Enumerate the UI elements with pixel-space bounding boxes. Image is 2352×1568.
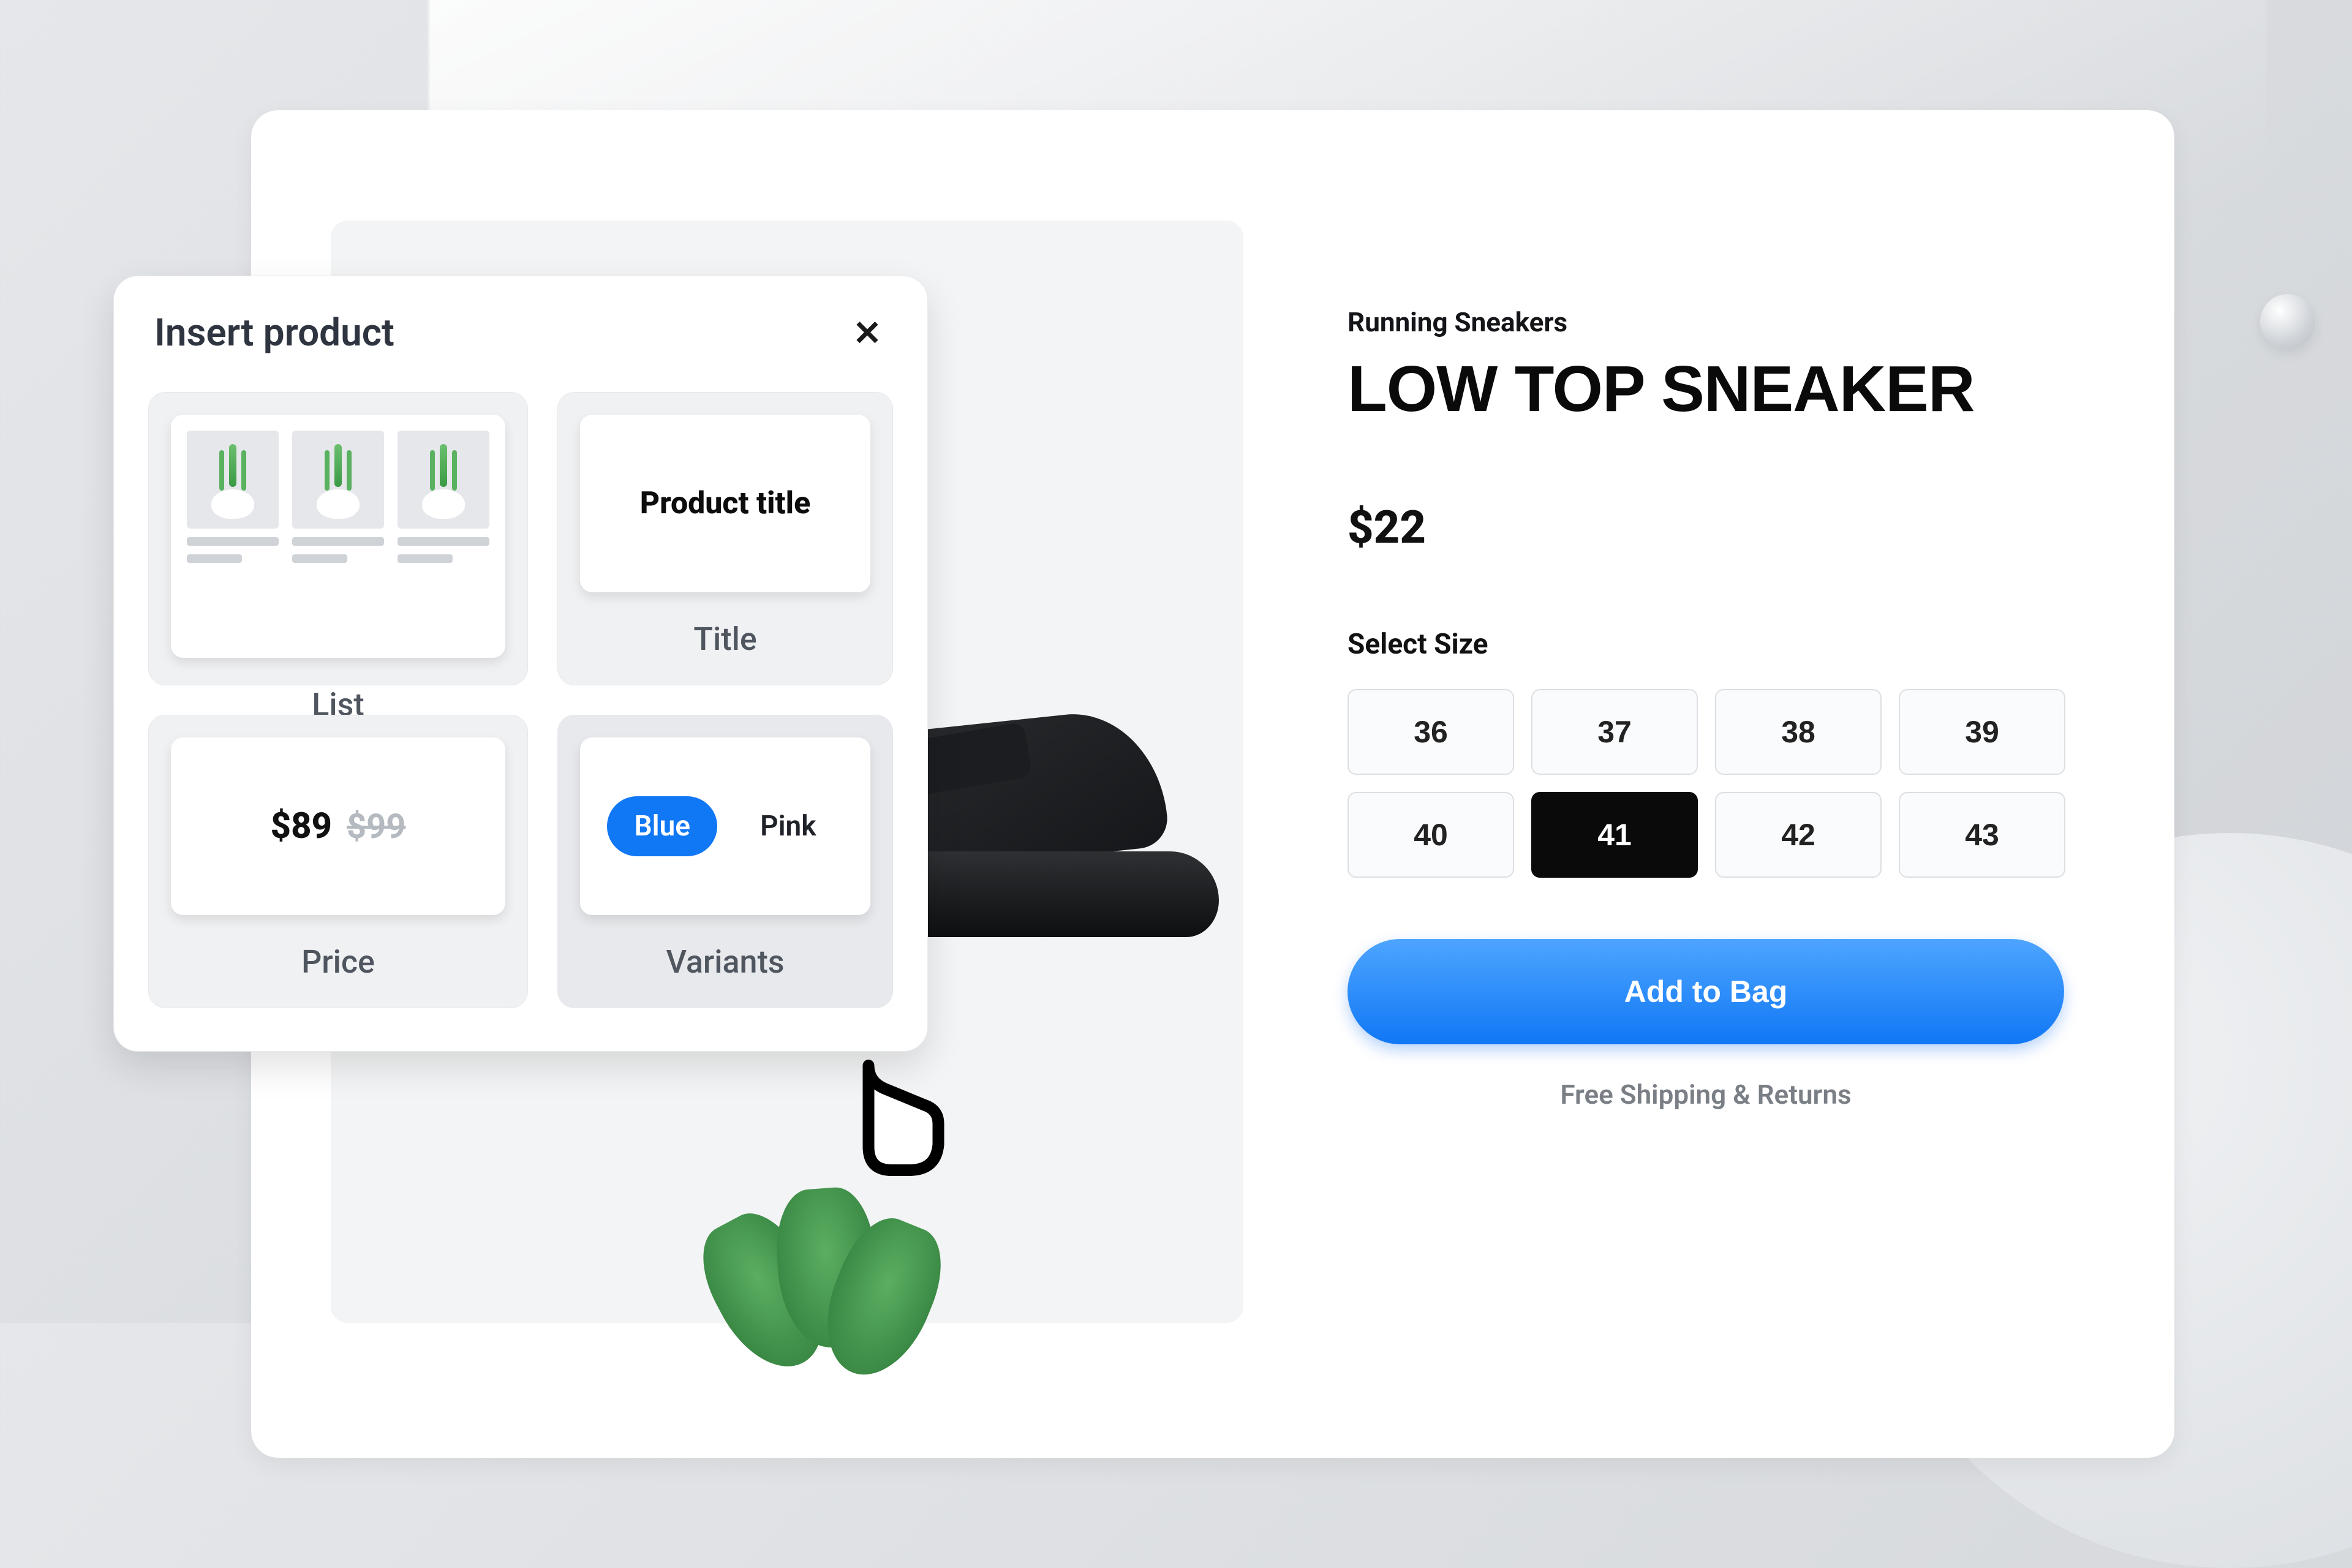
close-button[interactable]: ✕ — [848, 314, 887, 353]
size-option[interactable]: 40 — [1348, 792, 1514, 878]
product-info: Running Sneakers LOW TOP SNEAKER $22 Sel… — [1348, 306, 2070, 1110]
popover-title: Insert product — [154, 311, 394, 355]
price-old: $99 — [347, 806, 405, 846]
widget-list[interactable]: List — [148, 392, 528, 685]
variants-preview: Blue Pink — [580, 737, 870, 915]
size-option[interactable]: 39 — [1899, 689, 2065, 775]
size-option[interactable]: 37 — [1531, 689, 1698, 775]
size-option[interactable]: 36 — [1348, 689, 1514, 775]
insert-product-popover: Insert product ✕ List Product title Titl… — [113, 276, 928, 1052]
close-icon: ✕ — [853, 314, 882, 352]
widget-label: Price — [171, 943, 505, 981]
variant-chip: Pink — [733, 796, 843, 856]
widget-variants[interactable]: Blue Pink Variants — [557, 715, 893, 1008]
size-section-label: Select Size — [1348, 628, 2070, 661]
title-sample: Product title — [640, 486, 810, 521]
widget-price[interactable]: $89 $99 Price — [148, 715, 528, 1008]
widget-label: Title — [580, 620, 870, 658]
title-preview: Product title — [580, 415, 870, 592]
product-title: LOW TOP SNEAKER — [1348, 356, 2070, 421]
widget-title[interactable]: Product title Title — [557, 392, 893, 685]
variant-chip-active: Blue — [607, 796, 717, 856]
product-category: Running Sneakers — [1348, 306, 2070, 338]
plant-illustration — [692, 1188, 949, 1372]
price-preview: $89 $99 — [171, 737, 505, 915]
list-preview — [171, 415, 505, 658]
shipping-note: Free Shipping & Returns — [1348, 1079, 2064, 1110]
price-current: $89 — [271, 805, 332, 847]
size-option[interactable]: 43 — [1899, 792, 2065, 878]
size-grid: 36 37 38 39 40 41 42 43 — [1348, 689, 2070, 878]
add-to-bag-button[interactable]: Add to Bag — [1348, 939, 2064, 1044]
widget-label: Variants — [580, 943, 870, 981]
background-orb — [2260, 294, 2315, 349]
size-option[interactable]: 38 — [1715, 689, 1882, 775]
size-option-selected[interactable]: 41 — [1531, 792, 1698, 878]
product-price: $22 — [1348, 501, 2070, 554]
size-option[interactable]: 42 — [1715, 792, 1882, 878]
